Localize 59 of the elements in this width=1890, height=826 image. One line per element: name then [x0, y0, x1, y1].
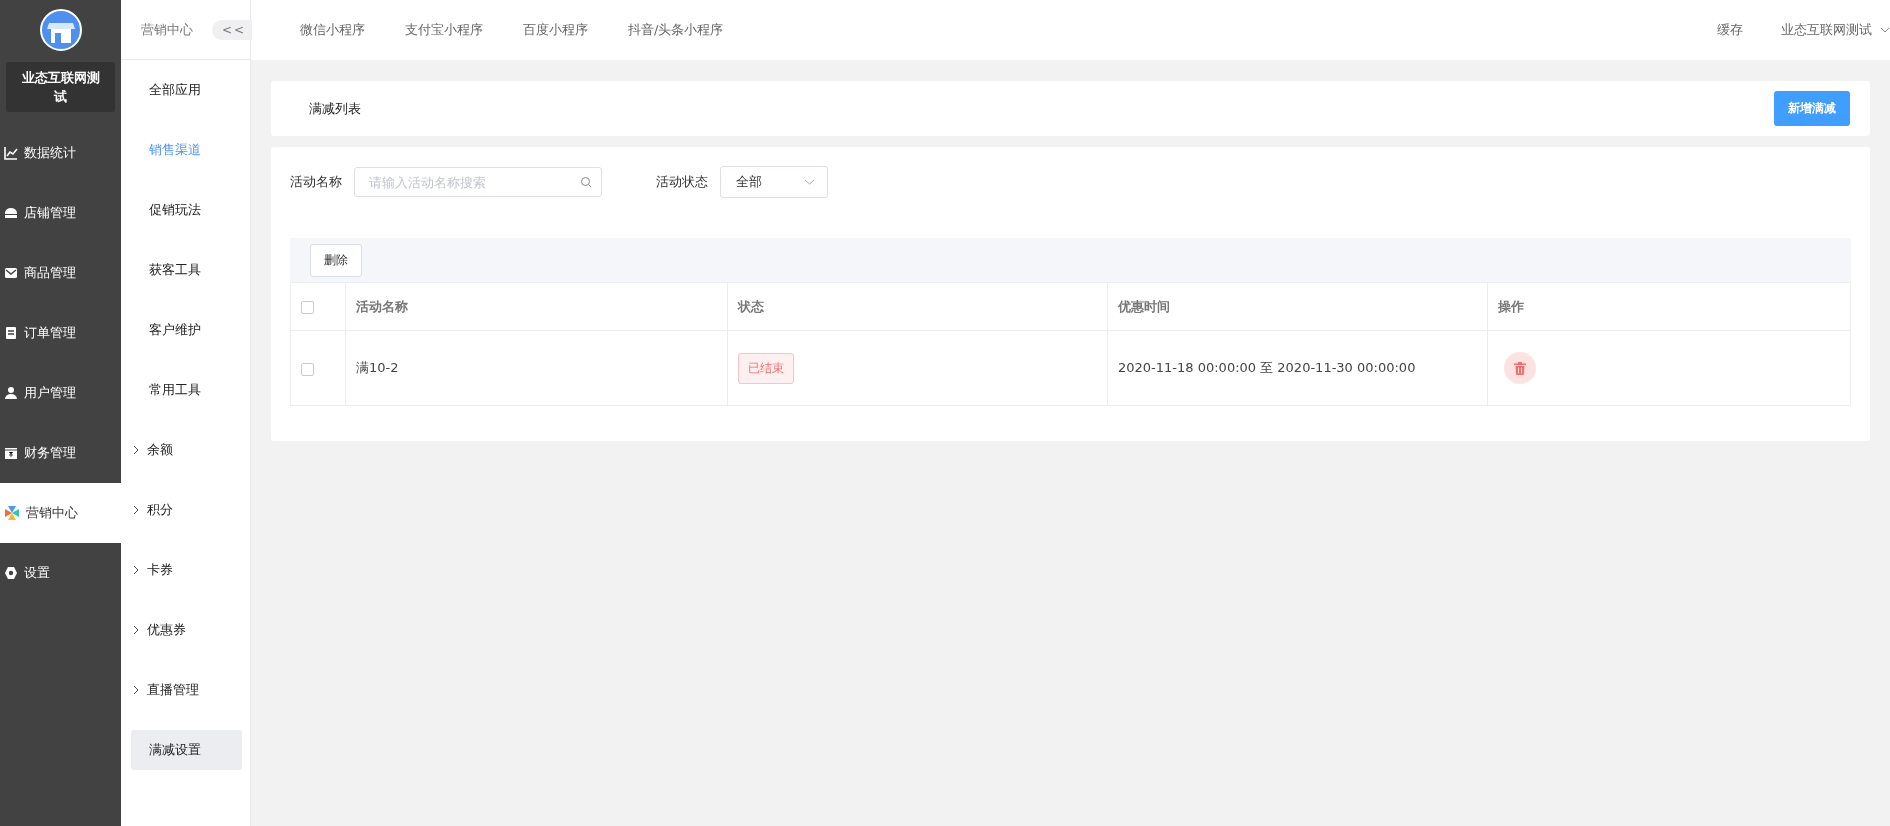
- submenu-item[interactable]: 优惠券: [121, 600, 250, 660]
- store-logo-icon: [39, 9, 82, 51]
- collapse-button[interactable]: <<: [211, 19, 252, 40]
- chart-icon: [4, 146, 18, 160]
- platform-tab[interactable]: 百度小程序: [523, 21, 588, 39]
- table-cell: 2020-11-18 00:00:00 至 2020-11-30 00:00:00: [1118, 360, 1416, 375]
- user-icon: [4, 386, 18, 400]
- select-all-checkbox[interactable]: [301, 301, 314, 314]
- sidebar-item[interactable]: 商品管理: [0, 243, 121, 303]
- chevron-right-icon: [133, 625, 139, 635]
- sidebar-item[interactable]: 店铺管理: [0, 183, 121, 243]
- sidebar-item[interactable]: 设置: [0, 543, 121, 603]
- chevron-down-icon: [804, 179, 815, 185]
- page-title: 满减列表: [309, 99, 361, 118]
- sidebar-item[interactable]: 用户管理: [0, 363, 121, 423]
- envelope-icon: [4, 266, 18, 280]
- platform-tab[interactable]: 微信小程序: [300, 21, 365, 39]
- chevron-right-icon: [133, 445, 139, 455]
- submenu-item[interactable]: 卡券: [121, 540, 250, 600]
- chevron-right-icon: [133, 685, 139, 695]
- clover-icon: [4, 505, 20, 521]
- store-name: 业态互联网测试: [6, 62, 115, 112]
- chevron-right-icon: [133, 565, 139, 575]
- submenu-item[interactable]: 客户维护: [121, 300, 250, 360]
- submenu-item[interactable]: 余额: [121, 420, 250, 480]
- status-tag: 已结束: [738, 352, 794, 384]
- chevron-right-icon: [133, 505, 139, 515]
- submenu-item[interactable]: 直播管理: [121, 660, 250, 720]
- filter-label: 活动名称: [290, 173, 342, 191]
- cache-link[interactable]: 缓存: [1717, 21, 1743, 39]
- sidebar-item[interactable]: 数据统计: [0, 123, 121, 183]
- submenu-item[interactable]: 全部应用: [121, 60, 250, 120]
- section-title: 营销中心: [141, 20, 193, 39]
- sidebar-item[interactable]: 营销中心: [0, 483, 121, 543]
- table-cell: 满10-2: [356, 360, 399, 375]
- sidebar-item[interactable]: 订单管理: [0, 303, 121, 363]
- settings-icon: [4, 566, 18, 580]
- sidebar-item[interactable]: 财务管理: [0, 423, 121, 483]
- submenu-item[interactable]: 常用工具: [121, 360, 250, 420]
- column-header: 状态: [738, 298, 764, 314]
- search-field[interactable]: 请输入活动名称搜索: [354, 167, 602, 197]
- chevron-down-icon[interactable]: [1880, 27, 1890, 33]
- account-name[interactable]: 业态互联网测试: [1781, 21, 1872, 39]
- submenu-item[interactable]: 获客工具: [121, 240, 250, 300]
- column-header: 操作: [1498, 298, 1524, 314]
- submenu-item[interactable]: 积分: [121, 480, 250, 540]
- status-select[interactable]: 全部: [720, 166, 828, 198]
- column-header: 优惠时间: [1118, 298, 1170, 314]
- platform-tab[interactable]: 支付宝小程序: [405, 21, 483, 39]
- row-checkbox[interactable]: [301, 362, 314, 376]
- submenu-item[interactable]: 满减设置: [131, 730, 242, 770]
- delete-button[interactable]: 删除: [310, 243, 362, 277]
- clipboard-icon: [4, 326, 18, 340]
- filter-label: 活动状态: [656, 173, 708, 191]
- column-header: 活动名称: [356, 298, 408, 314]
- platform-tab[interactable]: 抖音/头条小程序: [628, 21, 724, 39]
- search-icon: [580, 176, 592, 188]
- submenu-item[interactable]: 促销玩法: [121, 180, 250, 240]
- delete-icon[interactable]: [1504, 352, 1536, 384]
